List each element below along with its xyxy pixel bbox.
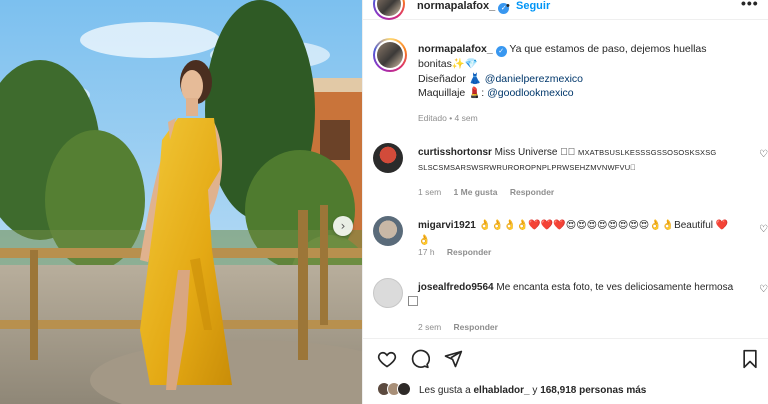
- caption-text: normapalafox_ ✓ Ya que estamos de paso, d…: [418, 42, 748, 101]
- heart-icon[interactable]: ♡: [759, 224, 768, 235]
- heart-icon[interactable]: ♡: [759, 149, 768, 160]
- caption-username[interactable]: normapalafox_: [418, 43, 493, 55]
- likes-summary: Les gusta a elhablador_ y 168,918 person…: [377, 382, 646, 396]
- post-photo-image: [0, 0, 362, 404]
- liker-avatar[interactable]: [397, 382, 411, 396]
- comment-time: 1 sem: [418, 187, 442, 197]
- author-avatar[interactable]: [373, 0, 405, 20]
- designer-label: Diseñador 👗: [418, 72, 485, 85]
- comment-time: 17 h: [418, 247, 435, 257]
- likes-middle: y: [529, 385, 541, 396]
- comment-time: 2 sem: [418, 322, 442, 332]
- heart-icon[interactable]: ♡: [759, 284, 768, 295]
- reply-button[interactable]: Responder: [454, 322, 498, 332]
- post-details-panel: normapalafox_ ✓ • Seguir ••• normapalafox…: [362, 0, 768, 404]
- commenter-avatar[interactable]: [373, 143, 403, 173]
- chevron-right-icon: ›: [340, 219, 346, 233]
- next-photo-button[interactable]: ›: [333, 216, 353, 236]
- author-username-text: normapalafox_: [417, 0, 496, 12]
- likes-prefix: Les gusta a: [419, 385, 474, 396]
- likes-count[interactable]: 168,918 personas más: [540, 385, 646, 396]
- comment-text: migarvi1921 👌👌👌👌❤️❤️❤️😍😍😍😍😍😍😍😍👌👌Beautifu…: [418, 218, 740, 248]
- post-photo: ›: [0, 0, 362, 404]
- heart-icon[interactable]: [377, 349, 397, 369]
- reply-button[interactable]: Responder: [510, 187, 554, 197]
- comment-body: Me encanta esta foto, te ves deliciosame…: [496, 282, 734, 293]
- designer-mention-link[interactable]: @danielperezmexico: [485, 73, 583, 85]
- commenter-username[interactable]: josealfredo9564: [418, 282, 494, 293]
- post-header: normapalafox_ ✓ • Seguir •••: [363, 0, 768, 20]
- comment-likes[interactable]: 1 Me gusta: [454, 187, 498, 197]
- caption-avatar[interactable]: [373, 38, 407, 72]
- commenter-avatar[interactable]: [373, 278, 403, 308]
- author-username[interactable]: normapalafox_ ✓: [417, 0, 510, 14]
- caption-meta: Editado • 4 sem: [418, 113, 478, 123]
- reply-button[interactable]: Responder: [447, 247, 491, 257]
- commenter-avatar[interactable]: [373, 216, 403, 246]
- comment-text: curtisshortonsr Miss Universe ⃞⃞ MXATBSU…: [418, 145, 740, 175]
- comment-meta: 1 sem 1 Me gusta Responder: [418, 187, 564, 197]
- comment-icon[interactable]: [410, 349, 430, 369]
- comment-meta: 2 sem Responder: [418, 322, 508, 332]
- comment-text: josealfredo9564 Me encanta esta foto, te…: [418, 280, 740, 310]
- verified-icon: ✓: [495, 46, 507, 57]
- liker-username[interactable]: elhablador_: [473, 385, 529, 396]
- makeup-label: Maquillaje 💄:: [418, 87, 488, 99]
- comment-meta: 17 h Responder: [418, 247, 501, 257]
- more-icon[interactable]: •••: [741, 0, 759, 11]
- action-bar: [363, 338, 768, 378]
- bookmark-icon[interactable]: [741, 349, 759, 369]
- comment-body: Miss Universe ⃞⃞: [491, 147, 579, 158]
- share-icon[interactable]: [443, 349, 463, 369]
- makeup-mention-link[interactable]: @goodlookmexico: [487, 87, 574, 99]
- caption-line1: Ya que estamos de paso, dejemos huellas: [506, 43, 707, 55]
- commenter-username[interactable]: migarvi1921: [418, 220, 476, 231]
- commenter-username[interactable]: curtisshortonsr: [418, 147, 492, 158]
- follow-button[interactable]: Seguir: [516, 0, 550, 12]
- caption-line2: bonitas✨💎: [418, 58, 479, 70]
- separator-dot: •: [506, 0, 510, 12]
